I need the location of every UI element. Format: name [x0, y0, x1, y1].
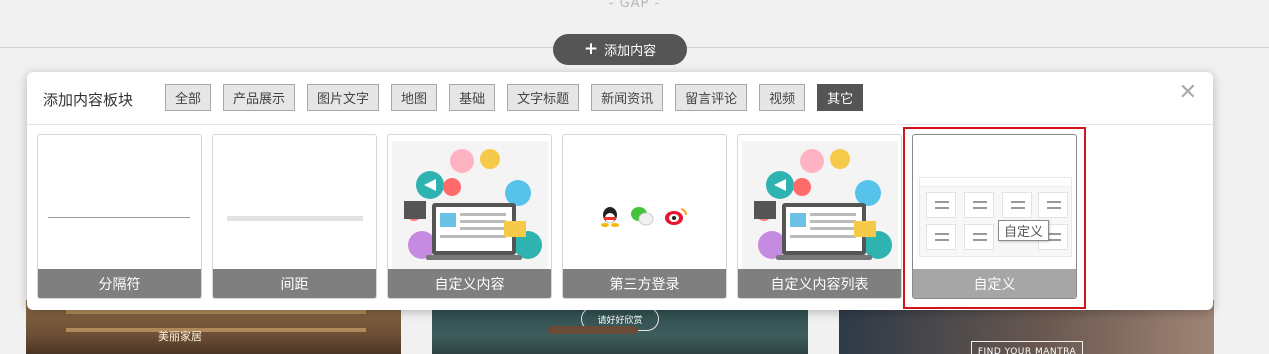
add-content-button[interactable]: + 添加内容	[553, 34, 687, 65]
laptop-illustration-icon	[392, 141, 548, 269]
tab-map[interactable]: 地图	[391, 84, 438, 111]
card-custom-content-list[interactable]: 自定义内容列表	[737, 134, 902, 299]
weibo-icon	[665, 208, 688, 225]
tab-basic[interactable]: 基础	[449, 84, 496, 111]
laptop-illustration-icon	[742, 141, 898, 269]
banner-mantra-button[interactable]: FIND YOUR MANTRA	[971, 341, 1083, 354]
card-label: 分隔符	[38, 269, 201, 298]
dialog-title: 添加内容板块	[43, 91, 134, 109]
wechat-icon	[631, 207, 654, 226]
dialog-header: 添加内容板块 全部 产品展示 图片文字 地图 基础 文字标题 新闻资讯 留言评论…	[27, 72, 1213, 125]
close-icon[interactable]: ✕	[1179, 82, 1197, 104]
category-tabs: 全部 产品展示 图片文字 地图 基础 文字标题 新闻资讯 留言评论 视频 其它	[165, 84, 864, 111]
tab-news[interactable]: 新闻资讯	[591, 84, 664, 111]
banner-furniture-text: 美丽家居	[158, 330, 202, 343]
tooltip: 自定义	[998, 220, 1050, 241]
card-label: 自定义	[913, 269, 1076, 298]
tab-video[interactable]: 视频	[759, 84, 806, 111]
card-custom[interactable]: 自定义	[912, 134, 1077, 299]
add-content-dialog: 添加内容板块 全部 产品展示 图片文字 地图 基础 文字标题 新闻资讯 留言评论…	[27, 72, 1213, 310]
card-third-party-login[interactable]: 第三方登录	[562, 134, 727, 299]
tab-all[interactable]: 全部	[165, 84, 212, 111]
tab-text-title[interactable]: 文字标题	[507, 84, 580, 111]
gap-label: - GAP -	[608, 0, 661, 11]
card-label: 间距	[213, 269, 376, 298]
tab-other[interactable]: 其它	[817, 84, 864, 111]
tab-products[interactable]: 产品展示	[223, 84, 296, 111]
layout-grid-icon	[919, 177, 1072, 257]
divider-line-icon	[48, 217, 190, 218]
tab-comments[interactable]: 留言评论	[675, 84, 748, 111]
card-label: 自定义内容	[388, 269, 551, 298]
card-spacer[interactable]: 间距	[212, 134, 377, 299]
qq-icon	[601, 207, 619, 227]
add-content-label: 添加内容	[604, 44, 657, 59]
tab-image-text[interactable]: 图片文字	[307, 84, 380, 111]
card-divider[interactable]: 分隔符	[37, 134, 202, 299]
spacer-bar-icon	[227, 216, 363, 221]
card-custom-content[interactable]: 自定义内容	[387, 134, 552, 299]
content-block-list: 分隔符 间距 自定义内容 第三方登录 自定义内容列表 自定义	[37, 134, 1077, 299]
social-login-icon	[600, 205, 688, 227]
card-label: 第三方登录	[563, 269, 726, 298]
plus-icon: +	[583, 39, 599, 59]
banner-dining-table	[548, 326, 638, 334]
card-label: 自定义内容列表	[738, 269, 901, 298]
